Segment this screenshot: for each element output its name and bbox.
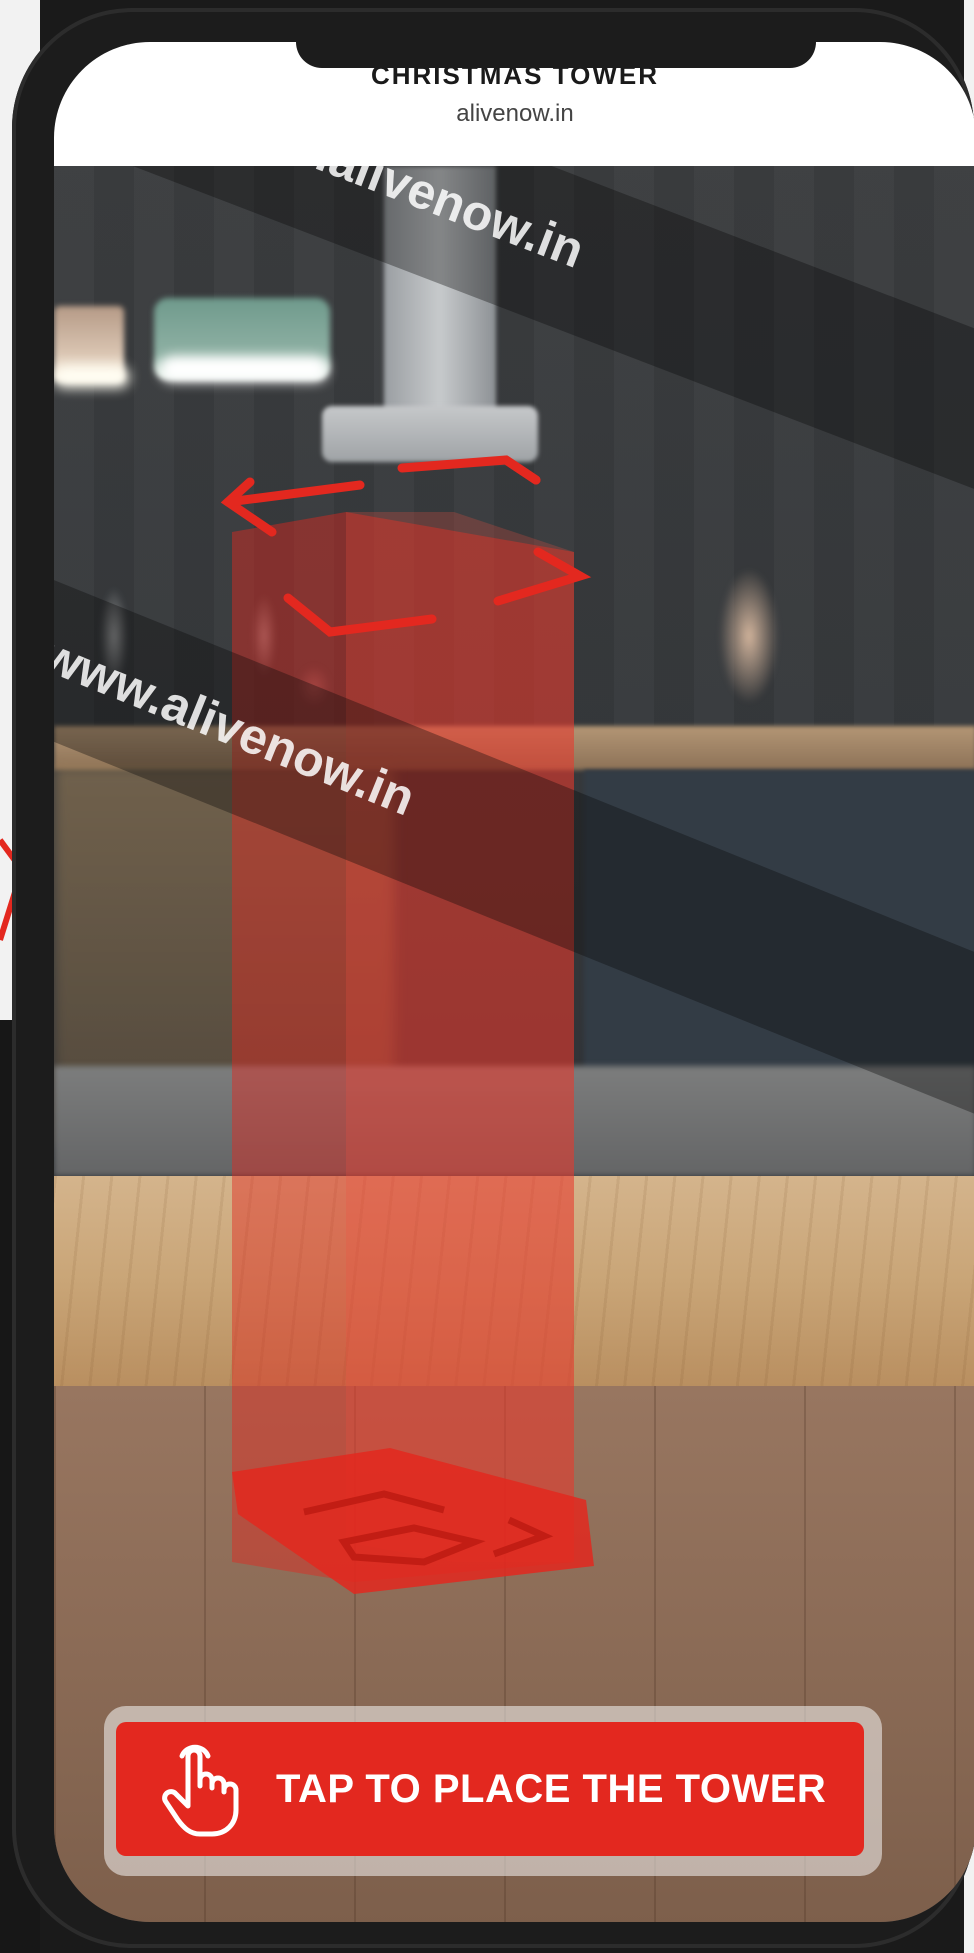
tap-to-place-label: TAP TO PLACE THE TOWER: [276, 1767, 827, 1811]
pendant-lamp-left-glow: [54, 366, 129, 388]
pendant-lamp-green-glow: [160, 356, 328, 382]
range-hood: [322, 406, 538, 462]
phone-screen: CHRISTMAS TOWER alivenow.in www.alivenow…: [54, 42, 974, 1922]
wooden-table-top: [54, 1176, 974, 1386]
kitchen-figurine: [694, 526, 804, 736]
tap-hand-icon: [162, 1744, 239, 1837]
phone-frame: CHRISTMAS TOWER alivenow.in www.alivenow…: [12, 8, 974, 1948]
app-url: alivenow.in: [456, 100, 574, 127]
phone-notch: [296, 42, 816, 68]
tap-to-place-button[interactable]: TAP TO PLACE THE TOWER: [116, 1722, 864, 1856]
cta-container: TAP TO PLACE THE TOWER: [104, 1706, 882, 1876]
kitchen-floor: [54, 1066, 974, 1176]
